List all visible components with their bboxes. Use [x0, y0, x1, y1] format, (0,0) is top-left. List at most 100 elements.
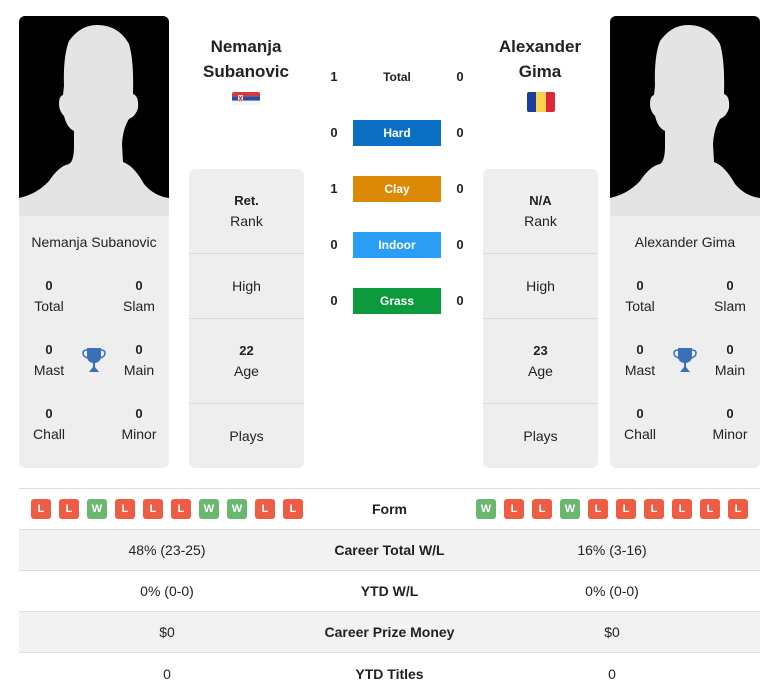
- age-row: 23 Age: [483, 319, 598, 404]
- player-photo-right: [610, 16, 760, 216]
- high-row: High: [189, 254, 304, 319]
- age-row: 22 Age: [189, 319, 304, 404]
- row-label: Career Prize Money: [324, 624, 455, 640]
- rank-row: Ret. Rank: [189, 169, 304, 254]
- stat-main: 0 Main: [109, 340, 169, 380]
- form-badge-loss[interactable]: L: [31, 499, 51, 519]
- h2h-left-value: 0: [330, 125, 338, 140]
- form-left: LLWLLLWWLL: [19, 499, 315, 519]
- form-badge-win[interactable]: W: [227, 499, 247, 519]
- form-badge-loss[interactable]: L: [588, 499, 608, 519]
- high-label: High: [526, 278, 555, 294]
- right-value: 16% (3-16): [577, 542, 647, 558]
- name-line-2: Gima: [518, 62, 562, 81]
- player-photo-left: [19, 16, 169, 216]
- right-value: 0% (0-0): [585, 583, 639, 599]
- rank-label: Rank: [524, 213, 557, 229]
- h2h-row-grass: 0 Grass 0: [320, 288, 470, 314]
- h2h-surface-grass[interactable]: Grass: [353, 288, 441, 314]
- form-badge-loss[interactable]: L: [532, 499, 552, 519]
- h2h-row-indoor: 0 Indoor 0: [320, 232, 470, 258]
- stat-total: 0 Total: [610, 276, 670, 316]
- stat-minor: 0 Minor: [109, 404, 169, 444]
- stat-label: Slam: [123, 298, 155, 314]
- plays-label: Plays: [229, 428, 264, 444]
- player-name-label: Nemanja Subanovic: [31, 234, 157, 250]
- form-badge-win[interactable]: W: [87, 499, 107, 519]
- row-label: Form: [372, 501, 407, 517]
- stat-value: 0: [636, 342, 644, 357]
- stat-value: 0: [135, 278, 143, 293]
- form-badge-loss[interactable]: L: [700, 499, 720, 519]
- stat-label: Total: [625, 298, 655, 314]
- h2h-surface-clay[interactable]: Clay: [353, 176, 441, 202]
- stat-value: 0: [135, 406, 143, 421]
- row-label: YTD Titles: [355, 665, 424, 682]
- h2h-right-value: 0: [456, 125, 464, 140]
- stat-value: 0: [45, 406, 53, 421]
- stat-mast: 0 Mast: [19, 340, 79, 380]
- h2h-left-value: 0: [330, 293, 338, 308]
- table-row-ytd-titles: 0 YTD Titles 0: [19, 653, 760, 694]
- player-name-label: Alexander Gima: [634, 234, 736, 250]
- h2h-surface-indoor[interactable]: Indoor: [353, 232, 441, 258]
- table-row-ytd-wl: 0% (0-0) YTD W/L 0% (0-0): [19, 571, 760, 612]
- form-badge-loss[interactable]: L: [728, 499, 748, 519]
- stat-label: Main: [123, 362, 155, 378]
- stat-minor: 0 Minor: [700, 404, 760, 444]
- h2h-row-total: 1 Total 0: [320, 64, 470, 90]
- stat-value: 0: [726, 342, 734, 357]
- h2h-left-value: 0: [330, 237, 338, 252]
- form-badge-loss[interactable]: L: [143, 499, 163, 519]
- row-label: YTD W/L: [360, 583, 419, 599]
- player-name-heading-right[interactable]: Alexander Gima: [475, 34, 605, 84]
- romania-flag-icon: [527, 92, 555, 112]
- form-badge-loss[interactable]: L: [59, 499, 79, 519]
- h2h-left-value: 1: [330, 69, 338, 84]
- form-badge-loss[interactable]: L: [616, 499, 636, 519]
- h2h-left-value: 1: [330, 181, 338, 196]
- rank-label: Rank: [230, 213, 263, 229]
- player-info-card-right: N/A Rank High 23 Age Plays: [483, 169, 598, 468]
- trophy-icon: [673, 348, 697, 372]
- comparison-table: LLWLLLWWLL Form WLLWLLLLLL 48% (23-25) C…: [19, 489, 760, 694]
- left-value: 0: [163, 665, 171, 682]
- form-badge-loss[interactable]: L: [283, 499, 303, 519]
- table-row-prize: $0 Career Prize Money $0: [19, 612, 760, 653]
- form-badge-loss[interactable]: L: [644, 499, 664, 519]
- player-stats-card-left: Nemanja Subanovic 0 Total 0 Slam 0 Mast 0 Ma…: [19, 216, 169, 468]
- form-badge-loss[interactable]: L: [115, 499, 135, 519]
- h2h-right-value: 0: [456, 293, 464, 308]
- stat-label: Mast: [33, 362, 65, 378]
- row-label: Career Total W/L: [334, 542, 445, 558]
- form-right: WLLWLLLLLL: [464, 499, 760, 519]
- stat-label: Chall: [624, 426, 656, 442]
- form-badge-win[interactable]: W: [560, 499, 580, 519]
- stat-label: Total: [34, 298, 64, 314]
- stat-label: Slam: [714, 298, 746, 314]
- form-badge-loss[interactable]: L: [672, 499, 692, 519]
- stat-value: 0: [636, 406, 644, 421]
- form-badge-loss[interactable]: L: [504, 499, 524, 519]
- h2h-right-value: 0: [456, 237, 464, 252]
- player-info-card-left: Ret. Rank High 22 Age Plays: [189, 169, 304, 468]
- form-badge-win[interactable]: W: [199, 499, 219, 519]
- stat-value: 0: [135, 342, 143, 357]
- silhouette-icon: [610, 24, 760, 216]
- left-value: $0: [159, 624, 175, 640]
- form-badge-win[interactable]: W: [476, 499, 496, 519]
- h2h-right-value: 0: [456, 181, 464, 196]
- plays-label: Plays: [523, 428, 558, 444]
- stat-label: Mast: [624, 362, 656, 378]
- name-line-1: Alexander: [498, 37, 582, 56]
- serbia-flag-icon: [232, 92, 260, 105]
- form-badge-loss[interactable]: L: [171, 499, 191, 519]
- age-label: Age: [528, 363, 553, 379]
- h2h-surface-hard[interactable]: Hard: [353, 120, 441, 146]
- stat-value: 0: [726, 278, 734, 293]
- right-value: $0: [604, 624, 620, 640]
- rank-row: N/A Rank: [483, 169, 598, 254]
- stat-label: Chall: [33, 426, 65, 442]
- form-badge-loss[interactable]: L: [255, 499, 275, 519]
- player-name-heading-left[interactable]: Nemanja Subanovic: [181, 34, 311, 84]
